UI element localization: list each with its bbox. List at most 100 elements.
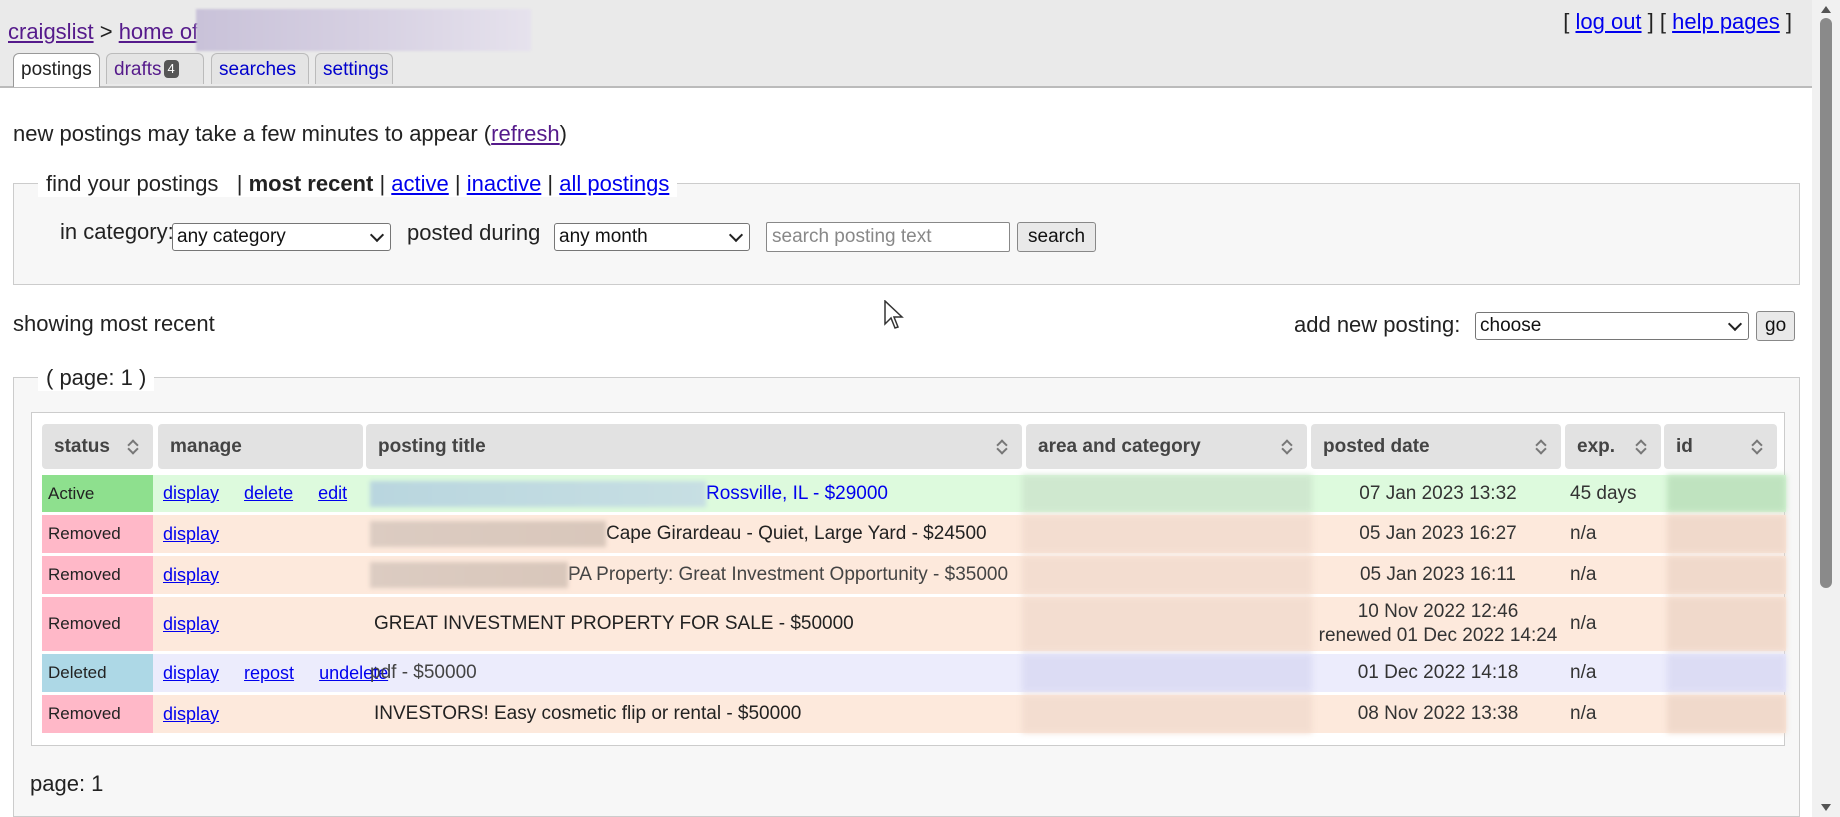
display-link[interactable]: display — [163, 565, 219, 586]
go-button-label: go — [1765, 315, 1787, 336]
sort-icon — [1753, 437, 1763, 455]
find-postings-legend: find your postings | most recent | activ… — [38, 171, 678, 197]
display-link[interactable]: display — [163, 483, 219, 504]
go-button[interactable]: go — [1756, 311, 1796, 341]
chevron-down-icon — [1727, 316, 1743, 332]
scroll-up-arrow-icon[interactable] — [1821, 6, 1831, 13]
delete-link[interactable]: delete — [244, 483, 293, 504]
tab-settings-label: settings — [323, 59, 389, 80]
repost-link[interactable]: repost — [244, 663, 294, 684]
sort-icon — [1637, 437, 1647, 455]
tab-searches-label: searches — [219, 59, 297, 80]
find-legend-text: find your postings — [46, 171, 219, 196]
column-header-id[interactable]: id — [1664, 424, 1777, 469]
manage-cell: display delete edit — [156, 475, 362, 512]
tab-drafts[interactable]: drafts 4 — [106, 53, 204, 84]
column-header-label: posting title — [378, 436, 486, 457]
posting-title: GREAT INVESTMENT PROPERTY FOR SALE - $50… — [374, 613, 854, 634]
table-row: Removed display GREAT INVESTMENT PROPERT… — [42, 597, 1786, 651]
status-label: Active — [48, 483, 95, 503]
craigslist-home-link[interactable]: craigslist — [8, 19, 94, 44]
page-legend: ( page: 1 ) — [38, 365, 155, 391]
edit-link[interactable]: edit — [318, 483, 347, 504]
renewed-date: renewed 01 Dec 2022 14:24 — [1318, 625, 1558, 646]
exp-cell: n/a — [1564, 515, 1661, 553]
posting-title-link[interactable]: Rossville, IL - $29000 — [706, 483, 888, 505]
column-header-posting-title[interactable]: posting title — [366, 424, 1022, 469]
category-select-value: any category — [177, 226, 286, 247]
manage-cell: display — [156, 556, 362, 594]
exp-value: n/a — [1570, 564, 1597, 585]
breadcrumb: craigslist > home of — [8, 9, 532, 51]
posting-title-cell: Cape Girardeau - Quiet, Large Yard - $24… — [364, 515, 1020, 553]
redacted-area-category — [1022, 475, 1312, 512]
chevron-down-icon — [728, 227, 744, 243]
postings-results-panel: ( page: 1 ) status manage posting title … — [13, 365, 1800, 817]
filter-active-link[interactable]: active — [391, 171, 448, 196]
posting-title-cell: pdf - $50000 — [364, 654, 1020, 692]
manage-cell: display — [156, 597, 362, 651]
posting-title-cell: INVESTORS! Easy cosmetic flip or rental … — [364, 695, 1020, 733]
vertical-scrollbar[interactable] — [1812, 0, 1840, 817]
logout-link[interactable]: log out — [1575, 9, 1641, 34]
posting-title: INVESTORS! Easy cosmetic flip or rental … — [374, 703, 802, 724]
posted-date-cell: 05 Jan 2023 16:27 — [1314, 515, 1562, 553]
display-link[interactable]: display — [163, 663, 219, 684]
postings-table: status manage posting title area and cat… — [31, 412, 1786, 746]
status-cell-deleted: Deleted — [42, 654, 153, 692]
column-header-exp[interactable]: exp. — [1565, 424, 1661, 469]
redacted-id — [1667, 597, 1786, 651]
scroll-down-arrow-icon[interactable] — [1821, 804, 1831, 811]
posted-date-cell: 05 Jan 2023 16:11 — [1314, 556, 1562, 594]
search-button[interactable]: search — [1017, 222, 1097, 252]
display-link[interactable]: display — [163, 704, 219, 725]
column-header-status[interactable]: status — [42, 424, 153, 469]
redacted-id — [1667, 475, 1786, 512]
account-home-link[interactable]: home of — [119, 19, 199, 44]
redacted-title-prefix — [370, 562, 568, 588]
column-header-posted-date[interactable]: posted date — [1311, 424, 1561, 469]
display-link[interactable]: display — [163, 524, 219, 545]
add-posting-select[interactable]: choose — [1475, 312, 1749, 340]
page-indicator: page: 1 — [30, 771, 104, 796]
redacted-id — [1667, 556, 1786, 594]
posted-date: 08 Nov 2022 13:38 — [1357, 703, 1519, 724]
table-row: Removed display PA Property: Great Inves… — [42, 556, 1786, 594]
status-cell-removed: Removed — [42, 556, 153, 594]
column-header-area-category[interactable]: area and category — [1026, 424, 1307, 469]
tab-searches[interactable]: searches — [211, 53, 309, 84]
table-row: Removed display Cape Girardeau - Quiet, … — [42, 515, 1786, 553]
scrollbar-thumb[interactable] — [1820, 18, 1832, 588]
redacted-area-category — [1022, 654, 1312, 692]
display-link[interactable]: display — [163, 614, 219, 635]
tab-postings[interactable]: postings — [13, 53, 100, 87]
exp-value: n/a — [1570, 523, 1597, 544]
exp-cell: n/a — [1564, 597, 1661, 651]
exp-cell: n/a — [1564, 654, 1661, 692]
exp-value: n/a — [1570, 703, 1597, 724]
find-postings-panel: find your postings | most recent | activ… — [13, 171, 1800, 285]
refresh-link[interactable]: refresh — [491, 121, 559, 146]
tab-settings[interactable]: settings — [315, 53, 393, 84]
manage-cell: display repost undelete — [156, 654, 388, 692]
search-posting-input[interactable]: search posting text — [766, 222, 1010, 252]
add-posting-select-value: choose — [1480, 315, 1542, 336]
category-select[interactable]: any category — [172, 223, 391, 251]
posted-date-cell: 01 Dec 2022 14:18 — [1314, 654, 1562, 692]
filter-all-postings-link[interactable]: all postings — [559, 171, 669, 196]
status-cell-removed: Removed — [42, 597, 153, 651]
sort-icon — [129, 437, 139, 455]
chevron-down-icon — [369, 227, 385, 243]
tab-drafts-label: drafts — [114, 59, 162, 80]
posted-date-cell: 08 Nov 2022 13:38 — [1314, 695, 1562, 733]
sort-icon — [1537, 437, 1547, 455]
help-pages-link[interactable]: help pages — [1672, 9, 1780, 34]
manage-cell: display — [156, 695, 362, 733]
filter-inactive-link[interactable]: inactive — [467, 171, 542, 196]
mouse-pointer-icon — [884, 300, 904, 329]
month-select[interactable]: any month — [554, 223, 750, 251]
column-header-label: status — [54, 436, 110, 457]
posting-title: Cape Girardeau - Quiet, Large Yard - $24… — [606, 523, 987, 544]
redacted-id — [1667, 654, 1786, 692]
redacted-area-category — [1022, 597, 1312, 651]
